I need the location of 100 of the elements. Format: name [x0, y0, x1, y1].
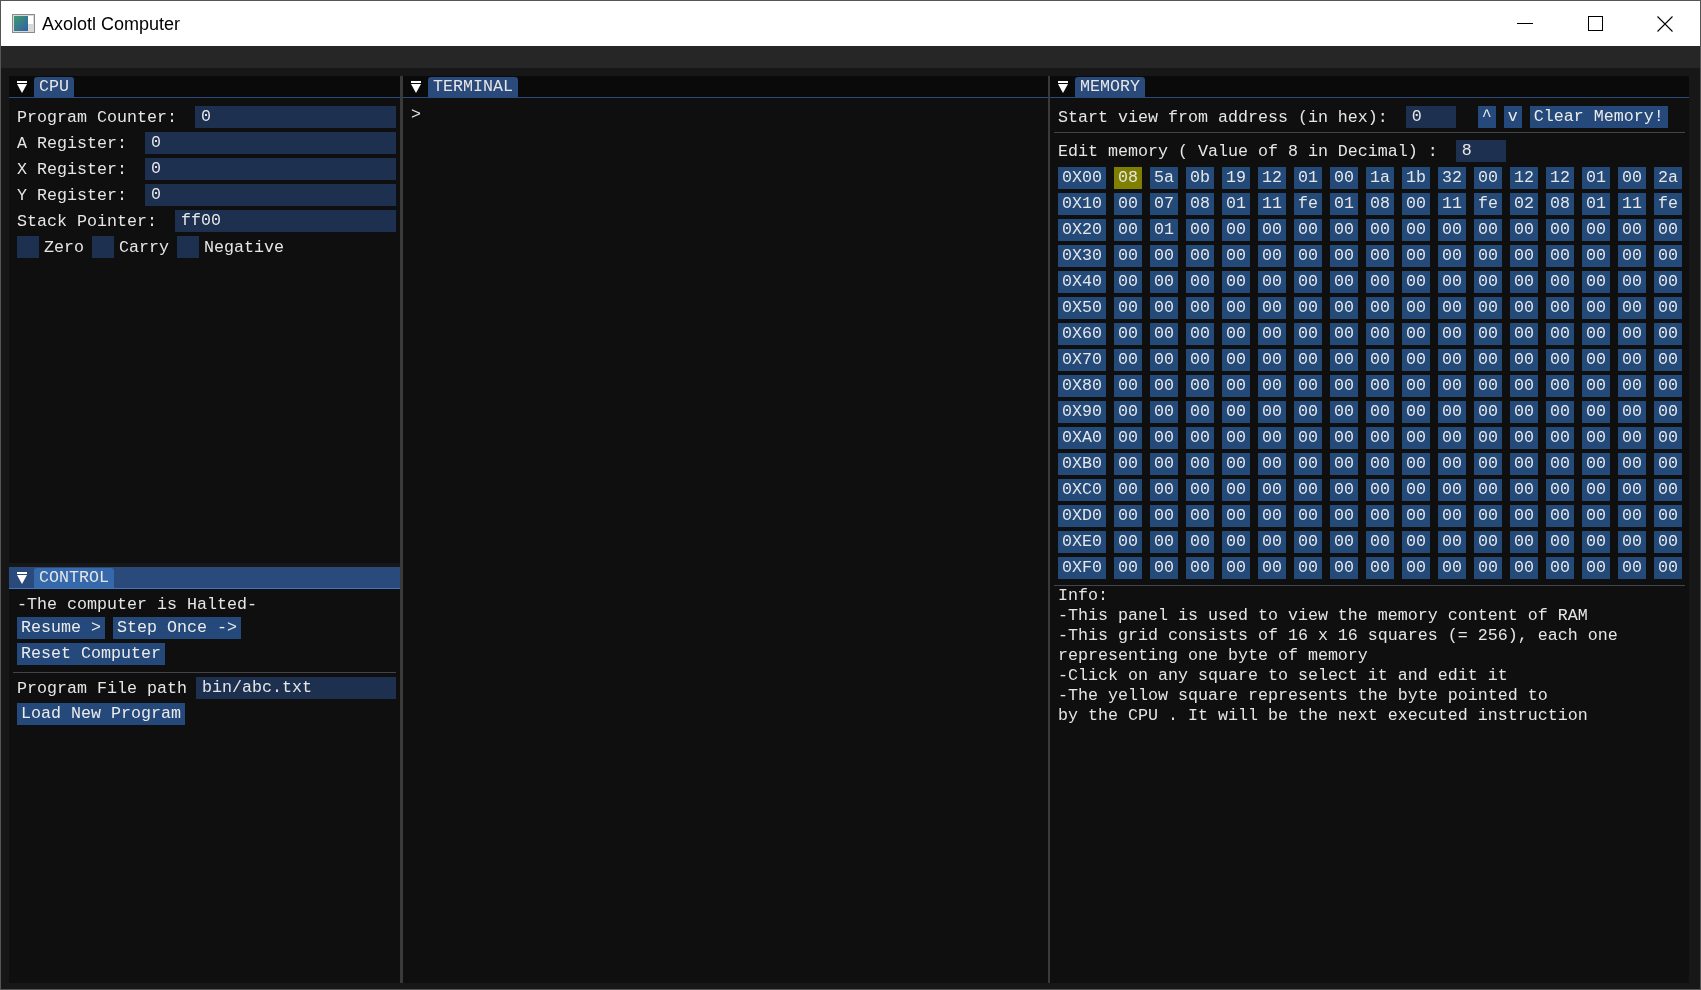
- memory-cell[interactable]: 00: [1114, 401, 1142, 423]
- memory-cell[interactable]: 00: [1654, 349, 1682, 371]
- memory-cell[interactable]: 00: [1546, 297, 1574, 319]
- memory-cell[interactable]: 00: [1258, 453, 1286, 475]
- memory-cell[interactable]: 00: [1366, 557, 1394, 579]
- memory-cell[interactable]: 00: [1402, 453, 1430, 475]
- memory-cell[interactable]: 00: [1150, 479, 1178, 501]
- memory-cell[interactable]: 00: [1582, 401, 1610, 423]
- memory-cell[interactable]: 00: [1366, 453, 1394, 475]
- memory-cell[interactable]: 12: [1546, 167, 1574, 189]
- memory-cell[interactable]: 00: [1222, 531, 1250, 553]
- memory-cell[interactable]: 00: [1294, 349, 1322, 371]
- memory-cell[interactable]: 00: [1402, 349, 1430, 371]
- memory-cell[interactable]: 00: [1258, 557, 1286, 579]
- memory-cell[interactable]: 00: [1654, 271, 1682, 293]
- memory-cell[interactable]: 00: [1654, 297, 1682, 319]
- memory-cell[interactable]: 00: [1474, 557, 1502, 579]
- memory-cell[interactable]: 00: [1582, 245, 1610, 267]
- memory-cell[interactable]: 00: [1294, 479, 1322, 501]
- memory-cell[interactable]: 00: [1150, 297, 1178, 319]
- memory-cell[interactable]: 00: [1258, 271, 1286, 293]
- memory-button[interactable]: Clear Memory!: [1529, 106, 1668, 128]
- memory-cell[interactable]: 1a: [1366, 167, 1394, 189]
- memory-cell[interactable]: 00: [1474, 245, 1502, 267]
- memory-cell[interactable]: 00: [1114, 297, 1142, 319]
- memory-cell[interactable]: 01: [1330, 193, 1358, 215]
- memory-cell[interactable]: 00: [1510, 245, 1538, 267]
- memory-cell[interactable]: 00: [1150, 427, 1178, 449]
- memory-cell[interactable]: 12: [1258, 167, 1286, 189]
- memory-cell[interactable]: 00: [1150, 531, 1178, 553]
- memory-cell[interactable]: 00: [1114, 349, 1142, 371]
- memory-cell[interactable]: 00: [1114, 531, 1142, 553]
- memory-cell[interactable]: 00: [1114, 271, 1142, 293]
- memory-cell[interactable]: 00: [1222, 349, 1250, 371]
- memory-cell[interactable]: 00: [1438, 531, 1466, 553]
- memory-cell[interactable]: 00: [1474, 323, 1502, 345]
- memory-cell[interactable]: 00: [1150, 557, 1178, 579]
- memory-cell[interactable]: 00: [1654, 219, 1682, 241]
- memory-cell[interactable]: 00: [1402, 427, 1430, 449]
- memory-cell[interactable]: 00: [1546, 531, 1574, 553]
- memory-cell[interactable]: 00: [1294, 531, 1322, 553]
- panel-tab[interactable]: MEMORY: [1075, 77, 1145, 97]
- memory-cell[interactable]: 00: [1330, 479, 1358, 501]
- memory-cell[interactable]: 00: [1186, 323, 1214, 345]
- memory-cell[interactable]: 00: [1510, 297, 1538, 319]
- memory-cell[interactable]: 00: [1150, 323, 1178, 345]
- memory-cell[interactable]: 00: [1402, 323, 1430, 345]
- memory-cell[interactable]: 00: [1222, 271, 1250, 293]
- memory-cell[interactable]: 00: [1438, 245, 1466, 267]
- memory-cell[interactable]: 08: [1366, 193, 1394, 215]
- memory-cell[interactable]: 00: [1474, 505, 1502, 527]
- memory-cell[interactable]: 00: [1618, 479, 1646, 501]
- memory-cell[interactable]: 00: [1474, 219, 1502, 241]
- memory-cell[interactable]: 00: [1654, 375, 1682, 397]
- memory-cell[interactable]: 00: [1186, 297, 1214, 319]
- memory-cell[interactable]: 00: [1618, 271, 1646, 293]
- memory-cell[interactable]: 00: [1222, 505, 1250, 527]
- memory-cell[interactable]: 00: [1510, 323, 1538, 345]
- memory-cell[interactable]: 00: [1546, 219, 1574, 241]
- memory-cell[interactable]: 00: [1546, 245, 1574, 267]
- memory-cell[interactable]: 00: [1618, 453, 1646, 475]
- memory-cell[interactable]: 00: [1618, 557, 1646, 579]
- register-field[interactable]: ff00: [174, 210, 396, 232]
- memory-cell[interactable]: 00: [1186, 375, 1214, 397]
- memory-cell[interactable]: 00: [1510, 349, 1538, 371]
- memory-cell[interactable]: 00: [1618, 505, 1646, 527]
- memory-cell[interactable]: 00: [1294, 427, 1322, 449]
- memory-cell[interactable]: 00: [1294, 401, 1322, 423]
- memory-cell[interactable]: 00: [1114, 193, 1142, 215]
- memory-cell[interactable]: 00: [1366, 375, 1394, 397]
- memory-cell[interactable]: 00: [1510, 453, 1538, 475]
- collapse-triangle-icon[interactable]: [17, 571, 27, 584]
- memory-cell[interactable]: 00: [1150, 401, 1178, 423]
- memory-cell[interactable]: 00: [1510, 557, 1538, 579]
- memory-cell[interactable]: 00: [1366, 349, 1394, 371]
- memory-cell[interactable]: 00: [1474, 349, 1502, 371]
- file-path-field[interactable]: bin/abc.txt: [195, 677, 396, 699]
- memory-cell[interactable]: 00: [1330, 505, 1358, 527]
- memory-cell[interactable]: 00: [1150, 349, 1178, 371]
- memory-cell[interactable]: 00: [1366, 427, 1394, 449]
- collapse-triangle-icon[interactable]: [17, 80, 27, 93]
- register-field[interactable]: 0: [144, 158, 396, 180]
- memory-cell[interactable]: 00: [1474, 479, 1502, 501]
- memory-cell[interactable]: 00: [1474, 427, 1502, 449]
- panel-tab[interactable]: CONTROL: [34, 568, 114, 588]
- control-button[interactable]: Resume >: [17, 617, 105, 639]
- start-address-field[interactable]: 0: [1405, 106, 1456, 128]
- memory-cell[interactable]: 00: [1582, 427, 1610, 449]
- memory-cell[interactable]: 01: [1150, 219, 1178, 241]
- memory-cell[interactable]: 00: [1510, 271, 1538, 293]
- memory-cell[interactable]: 00: [1618, 375, 1646, 397]
- memory-cell[interactable]: 0b: [1186, 167, 1214, 189]
- memory-cell[interactable]: 00: [1186, 401, 1214, 423]
- memory-cell[interactable]: fe: [1654, 193, 1682, 215]
- memory-cell[interactable]: 00: [1366, 531, 1394, 553]
- memory-cell[interactable]: 02: [1510, 193, 1538, 215]
- register-field[interactable]: 0: [144, 132, 396, 154]
- memory-cell[interactable]: 00: [1402, 531, 1430, 553]
- memory-cell[interactable]: 00: [1222, 245, 1250, 267]
- memory-cell[interactable]: 2a: [1654, 167, 1682, 189]
